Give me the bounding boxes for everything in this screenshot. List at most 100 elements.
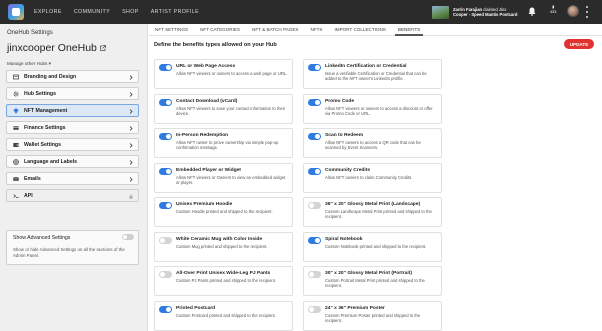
lock-icon: [129, 193, 133, 199]
chevron-right-icon: [129, 159, 133, 165]
benefit-title: Promo Code: [325, 98, 355, 104]
settings-tabs: NFT SETTINGS NFT CATEGORIES NFT & BATCH …: [149, 24, 602, 36]
nav-community[interactable]: COMMUNITY: [74, 9, 110, 15]
tab-nft-categories[interactable]: NFT CATEGORIES: [194, 24, 246, 35]
chevron-right-icon: [129, 91, 133, 97]
tab-benefits[interactable]: BENEFITS: [392, 24, 426, 36]
benefit-title: All-Over Print Unisex Wide-Leg PJ Pants: [176, 271, 271, 276]
benefit-toggle[interactable]: [308, 202, 321, 209]
tab-nfts[interactable]: NFTS: [304, 24, 328, 35]
benefit-description: Custom PJ Pants printed and shipped to t…: [176, 278, 277, 283]
benefit-description: Custom Portrait Metal Print printed and …: [325, 278, 425, 289]
benefit-title: Unisex Premium Hoodie: [176, 202, 233, 207]
benefit-description: Custom Notebook printed and shipped to t…: [325, 243, 427, 249]
sidebar-item-label: NFT Management: [24, 107, 68, 114]
sidebar-item-label: Finance Settings: [24, 124, 66, 131]
benefit-toggle[interactable]: [159, 98, 172, 106]
benefit-title: In-Person Redemption: [176, 133, 229, 138]
benefit-description: Custom Postcard printed and shipped to t…: [176, 312, 276, 318]
tab-nft-batch-pages[interactable]: NFT & BATCH PAGES: [246, 24, 304, 35]
benefit-title: URL or Web Page Access: [176, 64, 236, 69]
benefit-card: 36" x 20" Glossy Metal Print (Landscape)…: [303, 197, 442, 227]
palette-icon: [13, 74, 19, 80]
benefit-toggle[interactable]: [159, 305, 172, 313]
benefit-card: Community Credits Allow NFT owners to cla…: [303, 162, 442, 193]
manage-hubs-dropdown[interactable]: Manage other Hubs ▾: [7, 61, 51, 67]
benefit-toggle[interactable]: [308, 236, 321, 244]
update-button[interactable]: UPDATE: [564, 39, 594, 49]
top-nav-menu: EXPLORE COMMUNITY SHOP ARTIST PROFILE: [34, 9, 211, 15]
benefit-title: 36" x 20" Glossy Metal Print (Landscape): [325, 202, 421, 207]
advanced-settings-toggle[interactable]: [122, 234, 134, 240]
notification-item: Cooper - Speed Mantis Postcard: [453, 12, 518, 17]
benefit-title: LinkedIn Certification or Credential: [325, 64, 407, 69]
hub-title-text: jinxcooper OneHub: [7, 42, 97, 54]
hub-title: jinxcooper OneHub: [7, 42, 106, 54]
benefit-card: URL or Web Page Access Allow NFT viewers …: [154, 59, 293, 89]
user-avatar[interactable]: [567, 5, 579, 17]
settings-sidebar: OneHub Settings jinxcooper OneHub Manage…: [0, 24, 148, 331]
sidebar-item-label: Hub Settings: [24, 90, 56, 97]
benefit-card: LinkedIn Certification or Credential Issu…: [303, 59, 442, 89]
more-options-icon[interactable]: [586, 6, 589, 18]
credits-counter[interactable]: ▮ 433: [550, 5, 556, 15]
bell-icon[interactable]: [528, 7, 536, 16]
sidebar-item-emails[interactable]: Emails: [6, 172, 139, 185]
top-navigation-bar: EXPLORE COMMUNITY SHOP ARTIST PROFILE Za…: [0, 0, 602, 24]
benefit-title: 24" x 36" Premium Poster: [325, 305, 385, 311]
sidebar-item-language-labels[interactable]: Language and Labels: [6, 155, 139, 168]
sidebar-item-finance-settings[interactable]: Finance Settings: [6, 121, 139, 134]
advanced-settings-description: Show or hide Advanced Settings on all th…: [13, 247, 125, 258]
sidebar-item-hub-settings[interactable]: Hub Settings: [6, 87, 139, 100]
benefit-toggle[interactable]: [308, 98, 321, 106]
benefit-toggle[interactable]: [308, 133, 321, 140]
benefit-description: Custom Mug printed and shipped to the re…: [176, 243, 268, 249]
benefit-toggle[interactable]: [308, 64, 321, 71]
tab-import-collections[interactable]: IMPORT COLLECTIONS: [328, 24, 391, 35]
benefit-card: Embedded Player or Widget Allow NFT viewe…: [154, 162, 293, 193]
external-link-icon[interactable]: [100, 45, 106, 51]
benefit-title: 30" x 20" Glossy Metal Print (Portrait): [325, 271, 412, 276]
notification-thumbnail: [432, 5, 449, 19]
benefit-card: All-Over Print Unisex Wide-Leg PJ Pants C…: [154, 266, 293, 296]
benefit-toggle[interactable]: [308, 305, 321, 313]
chevron-right-icon: [129, 74, 133, 80]
chevron-right-icon: [129, 176, 133, 182]
nav-artist-profile[interactable]: ARTIST PROFILE: [151, 9, 199, 15]
benefit-description: Custom Landscape Metal Print printed and…: [325, 209, 432, 220]
terminal-icon: [13, 193, 19, 199]
globe-icon: [13, 158, 19, 165]
sidebar-item-label: Wallet Settings: [24, 141, 61, 148]
sidebar-menu: Branding and Design Hub Settings NFT Man…: [6, 70, 139, 206]
sidebar-section-label: OneHub Settings: [7, 30, 53, 36]
nav-shop[interactable]: SHOP: [122, 9, 139, 15]
benefit-toggle[interactable]: [159, 133, 172, 140]
benefit-toggle[interactable]: [159, 202, 172, 209]
gear-icon: [13, 91, 19, 97]
credits-value: 433: [550, 10, 557, 14]
benefit-card: Unisex Premium Hoodie Custom Hoodie print…: [154, 197, 293, 227]
benefit-title: Community Credits: [325, 167, 371, 173]
benefit-card: Promo Code Allow NFT viewers or owners to…: [303, 93, 442, 124]
benefit-toggle[interactable]: [159, 236, 172, 244]
sidebar-item-nft-management[interactable]: NFT Management: [6, 104, 139, 117]
benefit-toggle[interactable]: [159, 167, 172, 175]
benefit-title: Scan to Redeem: [325, 133, 364, 138]
benefit-description: Issue a verifiable Certification or Cred…: [325, 71, 427, 82]
benefit-toggle[interactable]: [308, 167, 321, 175]
benefit-card: Spiral Notebook Custom Notebook printed a…: [303, 231, 442, 262]
benefit-toggle[interactable]: [159, 271, 172, 278]
badge-icon: [13, 107, 19, 114]
sidebar-item-branding[interactable]: Branding and Design: [6, 70, 139, 83]
sidebar-item-api[interactable]: API: [6, 189, 139, 202]
benefit-toggle[interactable]: [159, 64, 172, 71]
benefit-title: Embedded Player or Widget: [176, 167, 241, 173]
sidebar-item-wallet-settings[interactable]: Wallet Settings: [6, 138, 139, 151]
sidebar-item-label: API: [24, 192, 33, 199]
app-logo[interactable]: [8, 4, 24, 20]
benefit-description: Allow NFT viewers or owners to access a …: [325, 105, 433, 116]
benefit-description: Allow NFT viewers to save your contact i…: [176, 105, 286, 116]
nav-explore[interactable]: EXPLORE: [34, 9, 62, 15]
benefit-toggle[interactable]: [308, 271, 321, 278]
tab-nft-settings[interactable]: NFT SETTINGS: [149, 24, 194, 35]
